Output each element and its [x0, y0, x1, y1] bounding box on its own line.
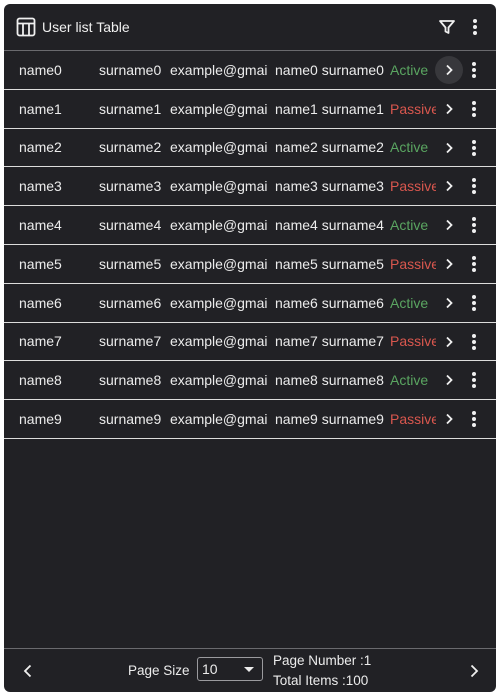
table-row[interactable]: name7 surname7 example@gmai name7 surname7 P…: [4, 323, 496, 362]
more-vert-icon[interactable]: [467, 97, 481, 121]
user-status-cell: Active: [390, 139, 429, 156]
more-vert-icon[interactable]: [467, 213, 481, 237]
user-status-cell: Passive: [390, 100, 436, 117]
user-email-cell: example@gmai: [170, 294, 268, 311]
user-status-cell: Passive: [390, 411, 436, 428]
user-status-cell: Passive: [390, 255, 436, 272]
chevron-right-icon[interactable]: [435, 211, 463, 239]
table-row[interactable]: name8 surname8 example@gmai name8 surname8 A…: [4, 361, 496, 401]
user-name-cell: name5: [19, 255, 62, 272]
user-name-cell: name7: [19, 333, 62, 350]
chevron-right-icon[interactable]: [435, 405, 463, 433]
table-header: User list Table: [4, 4, 496, 51]
page-info: Page Number :1 Total Items :100: [273, 651, 371, 691]
pagination-bar: Page Size 10 Page Number :1 Total Items …: [4, 648, 496, 692]
user-fullname-cell: name5 surname5: [275, 255, 384, 272]
chevron-right-icon[interactable]: [435, 289, 463, 317]
user-name-cell: name9: [19, 411, 62, 428]
user-fullname-cell: name7 surname7: [275, 333, 384, 350]
filter-icon[interactable]: [436, 16, 458, 38]
table-title: User list Table: [42, 19, 130, 35]
user-email-cell: example@gmai: [170, 61, 268, 78]
chevron-left-icon[interactable]: [18, 661, 38, 681]
user-fullname-cell: name6 surname6: [275, 294, 384, 311]
more-vert-icon[interactable]: [467, 368, 481, 392]
table-row[interactable]: name2 surname2 example@gmai name2 surname2 A…: [4, 129, 496, 168]
user-email-cell: example@gmai: [170, 178, 268, 195]
more-vert-icon[interactable]: [466, 16, 484, 38]
page-size-value: 10: [202, 661, 218, 677]
chevron-right-icon[interactable]: [435, 134, 463, 162]
dropdown-arrow-icon: [244, 667, 254, 672]
user-email-cell: example@gmai: [170, 139, 268, 156]
user-fullname-cell: name3 surname3: [275, 178, 384, 195]
user-name-cell: name4: [19, 217, 62, 234]
user-list-panel: User list Table name0 surname0 example@gma…: [4, 4, 496, 692]
chevron-right-icon[interactable]: [435, 56, 463, 84]
more-vert-icon[interactable]: [467, 136, 481, 160]
user-fullname-cell: name2 surname2: [275, 139, 384, 156]
user-surname-cell: surname0: [99, 61, 162, 78]
chevron-right-icon[interactable]: [464, 661, 484, 681]
user-email-cell: example@gmai: [170, 255, 268, 272]
chevron-right-icon[interactable]: [435, 328, 463, 356]
user-surname-cell: surname8: [99, 372, 162, 389]
table-row[interactable]: name1 surname1 example@gmai name1 surname1 P…: [4, 90, 496, 129]
user-email-cell: example@gmai: [170, 333, 268, 350]
user-fullname-cell: name1 surname1: [275, 100, 384, 117]
user-name-cell: name6: [19, 294, 62, 311]
user-name-cell: name1: [19, 100, 62, 117]
table-row[interactable]: name0 surname0 example@gmai name0 surname0 A…: [4, 51, 496, 90]
user-status-cell: Active: [390, 372, 429, 389]
chevron-right-icon[interactable]: [435, 250, 463, 278]
user-email-cell: example@gmai: [170, 372, 268, 389]
user-surname-cell: surname5: [99, 255, 162, 272]
more-vert-icon[interactable]: [467, 252, 481, 276]
page-size-select[interactable]: 10: [197, 657, 263, 681]
user-name-cell: name8: [19, 372, 62, 389]
chevron-right-icon[interactable]: [435, 95, 463, 123]
user-surname-cell: surname1: [99, 100, 162, 117]
more-vert-icon[interactable]: [467, 330, 481, 354]
user-fullname-cell: name9 surname9: [275, 411, 384, 428]
page-number: Page Number :1: [273, 653, 372, 668]
user-surname-cell: surname2: [99, 139, 162, 156]
user-surname-cell: surname9: [99, 411, 162, 428]
user-name-cell: name3: [19, 178, 62, 195]
user-email-cell: example@gmai: [170, 100, 268, 117]
table-row[interactable]: name6 surname6 example@gmai name6 surname6 A…: [4, 284, 496, 323]
user-table-body: name0 surname0 example@gmai name0 surname0 A…: [4, 51, 496, 439]
user-status-cell: Active: [390, 217, 429, 234]
user-status-cell: Active: [390, 61, 429, 78]
user-fullname-cell: name8 surname8: [275, 372, 384, 389]
table-row[interactable]: name5 surname5 example@gmai name5 surname5 P…: [4, 245, 496, 284]
table-row[interactable]: name9 surname9 example@gmai name9 surname9 P…: [4, 400, 496, 439]
user-status-cell: Passive: [390, 333, 436, 350]
user-name-cell: name0: [19, 61, 62, 78]
user-status-cell: Passive: [390, 178, 436, 195]
user-fullname-cell: name0 surname0: [275, 61, 384, 78]
more-vert-icon[interactable]: [467, 174, 481, 198]
user-surname-cell: surname3: [99, 178, 162, 195]
user-email-cell: example@gmai: [170, 217, 268, 234]
chevron-right-icon[interactable]: [435, 366, 463, 394]
user-surname-cell: surname7: [99, 333, 162, 350]
more-vert-icon[interactable]: [467, 291, 481, 315]
table-icon: [16, 17, 36, 37]
user-fullname-cell: name4 surname4: [275, 217, 384, 234]
more-vert-icon[interactable]: [467, 58, 481, 82]
user-surname-cell: surname6: [99, 294, 162, 311]
more-vert-icon[interactable]: [467, 407, 481, 431]
table-row[interactable]: name4 surname4 example@gmai name4 surname4 A…: [4, 206, 496, 245]
total-items: Total Items :100: [273, 673, 369, 688]
chevron-right-icon[interactable]: [435, 172, 463, 200]
user-name-cell: name2: [19, 139, 62, 156]
user-surname-cell: surname4: [99, 217, 162, 234]
table-row[interactable]: name3 surname3 example@gmai name3 surname3 P…: [4, 167, 496, 207]
user-status-cell: Active: [390, 294, 429, 311]
user-email-cell: example@gmai: [170, 411, 268, 428]
page-size-label: Page Size: [128, 663, 190, 678]
